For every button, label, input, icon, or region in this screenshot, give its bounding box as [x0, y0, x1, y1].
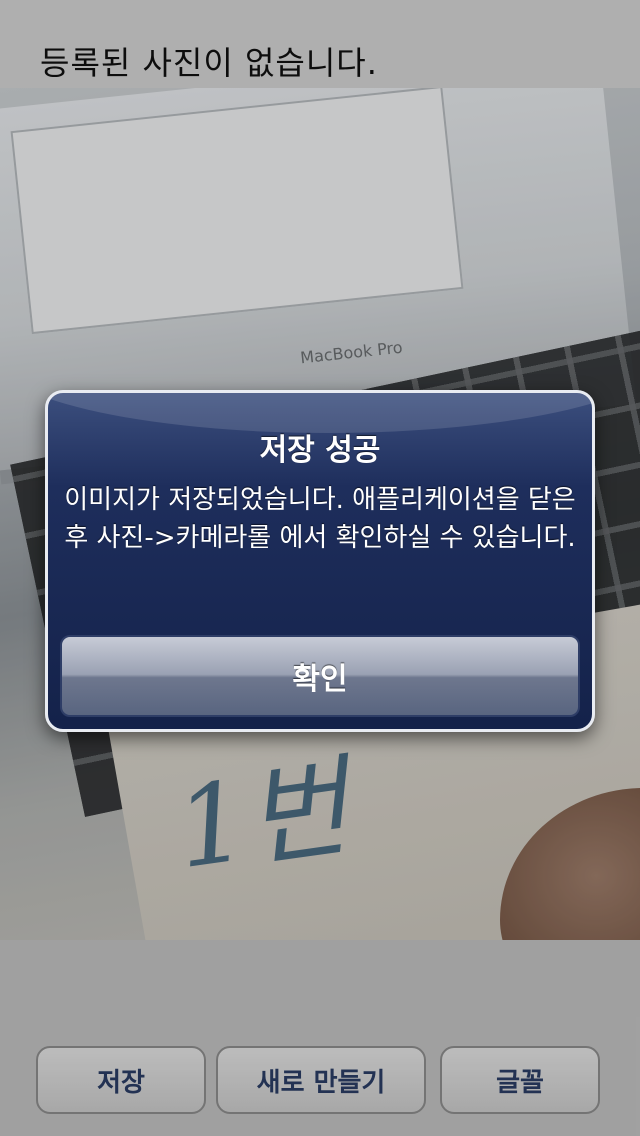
- alert-title: 저장 성공: [259, 433, 381, 468]
- alert-ok-button[interactable]: 확인: [60, 635, 580, 717]
- alert-message: 이미지가 저장되었습니다. 애플리케이션을 닫은 후 사진->카메라롤 에서 확…: [64, 485, 576, 553]
- app-screen: 등록된 사진이 없습니다. MacBook Pro 1번 저장 새로 만들기 글…: [0, 0, 640, 1136]
- save-success-alert: 저장 성공 이미지가 저장되었습니다. 애플리케이션을 닫은 후 사진->카메라…: [45, 390, 595, 732]
